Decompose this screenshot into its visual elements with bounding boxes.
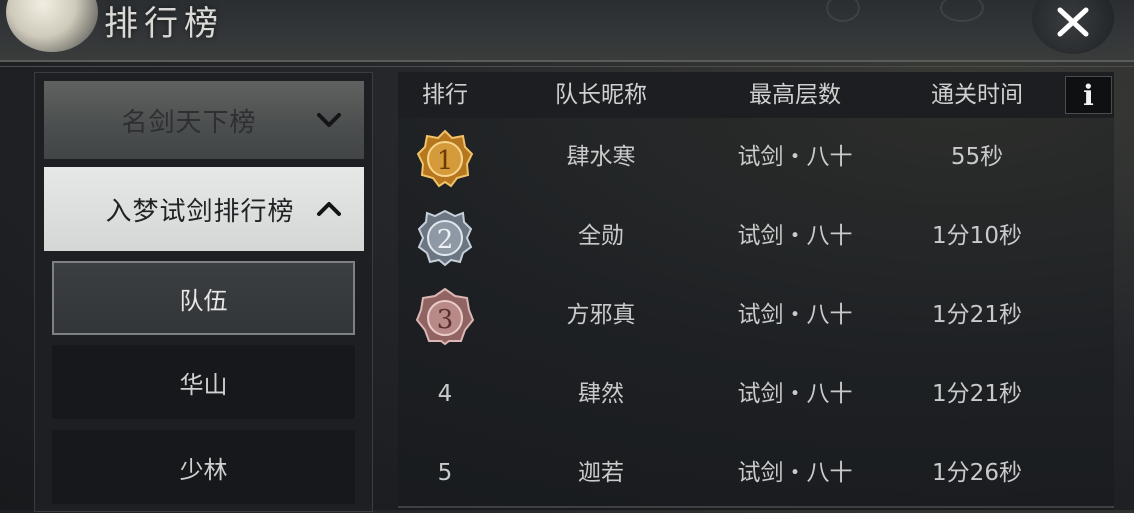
clear-time: 1分26秒: [932, 460, 1022, 486]
category-sidebar: 名剑天下榜 入梦试剑排行榜 队伍 华山 少林: [34, 72, 373, 512]
table-row[interactable]: 1 肆水寒 试剑・八十 55秒: [398, 118, 1114, 197]
captain-name: 全勋: [578, 223, 624, 249]
category-mingjian-tianxia[interactable]: 名剑天下榜: [44, 81, 364, 159]
sub-item-shaolin[interactable]: 少林: [52, 430, 355, 504]
chevron-up-icon: [317, 202, 341, 216]
svg-text:3: 3: [437, 305, 454, 335]
sub-item-label: 队伍: [179, 286, 228, 315]
category-rumeng-shijian[interactable]: 入梦试剑排行榜: [44, 167, 364, 251]
rank-number: 4: [437, 381, 453, 407]
category-label: 入梦试剑排行榜: [105, 196, 295, 227]
table-header: 排行 队长昵称 最高层数 通关时间 i: [398, 72, 1114, 118]
table-body: 1 肆水寒 试剑・八十 55秒 2 全勋 试剑・八十 1分10秒 3 方邪真 试…: [398, 118, 1114, 510]
sub-item-label: 华山: [179, 370, 228, 399]
gold-medal-icon: 1: [416, 129, 474, 188]
table-row[interactable]: 4 肆然 试剑・八十 1分21秒: [398, 355, 1114, 434]
bronze-medal-icon: 3: [415, 287, 475, 346]
table-row[interactable]: 5 迦若 试剑・八十 1分26秒: [398, 434, 1114, 513]
title-bar: 排行榜: [0, 0, 1134, 67]
captain-name: 肆水寒: [566, 144, 636, 170]
ranking-table: 排行 队长昵称 最高层数 通关时间 i 1 肆水寒 试剑・八十 55秒 2 全勋…: [398, 72, 1114, 510]
header-captain: 队长昵称: [555, 82, 647, 108]
floor-value: 试剑・八十: [737, 381, 853, 407]
moon-emblem-icon: [6, 0, 98, 52]
clear-time: 1分21秒: [932, 381, 1022, 407]
table-row[interactable]: 2 全勋 试剑・八十 1分10秒: [398, 197, 1114, 276]
sub-item-team[interactable]: 队伍: [52, 261, 355, 335]
clear-time: 1分10秒: [932, 223, 1022, 249]
captain-name: 迦若: [578, 460, 624, 486]
clear-time: 55秒: [950, 144, 1004, 170]
header-time: 通关时间: [931, 82, 1023, 108]
table-row[interactable]: 3 方邪真 试剑・八十 1分21秒: [398, 276, 1114, 355]
decorative-ornament-icon: [826, 0, 860, 22]
close-button[interactable]: [1032, 0, 1114, 54]
floor-value: 试剑・八十: [737, 302, 853, 328]
category-label: 名剑天下榜: [121, 107, 257, 138]
floor-value: 试剑・八十: [737, 460, 853, 486]
decorative-crown-icon: [940, 0, 984, 22]
floor-value: 试剑・八十: [737, 223, 853, 249]
floor-value: 试剑・八十: [737, 144, 853, 170]
sub-item-huashan[interactable]: 华山: [52, 345, 355, 419]
clear-time: 1分21秒: [932, 302, 1022, 328]
chevron-down-icon: [317, 113, 341, 127]
sub-item-label: 少林: [179, 455, 228, 484]
svg-text:2: 2: [437, 225, 454, 255]
header-rank: 排行: [422, 82, 468, 108]
svg-text:1: 1: [437, 146, 454, 176]
header-floor: 最高层数: [749, 82, 841, 108]
info-icon: i: [1083, 78, 1094, 112]
close-icon: [1057, 7, 1089, 37]
info-button[interactable]: i: [1065, 76, 1112, 114]
rank-number: 5: [437, 460, 453, 486]
captain-name: 方邪真: [566, 302, 636, 328]
silver-medal-icon: 2: [417, 209, 473, 267]
captain-name: 肆然: [578, 381, 624, 407]
page-title: 排行榜: [104, 4, 224, 44]
table-divider: [398, 506, 1114, 508]
